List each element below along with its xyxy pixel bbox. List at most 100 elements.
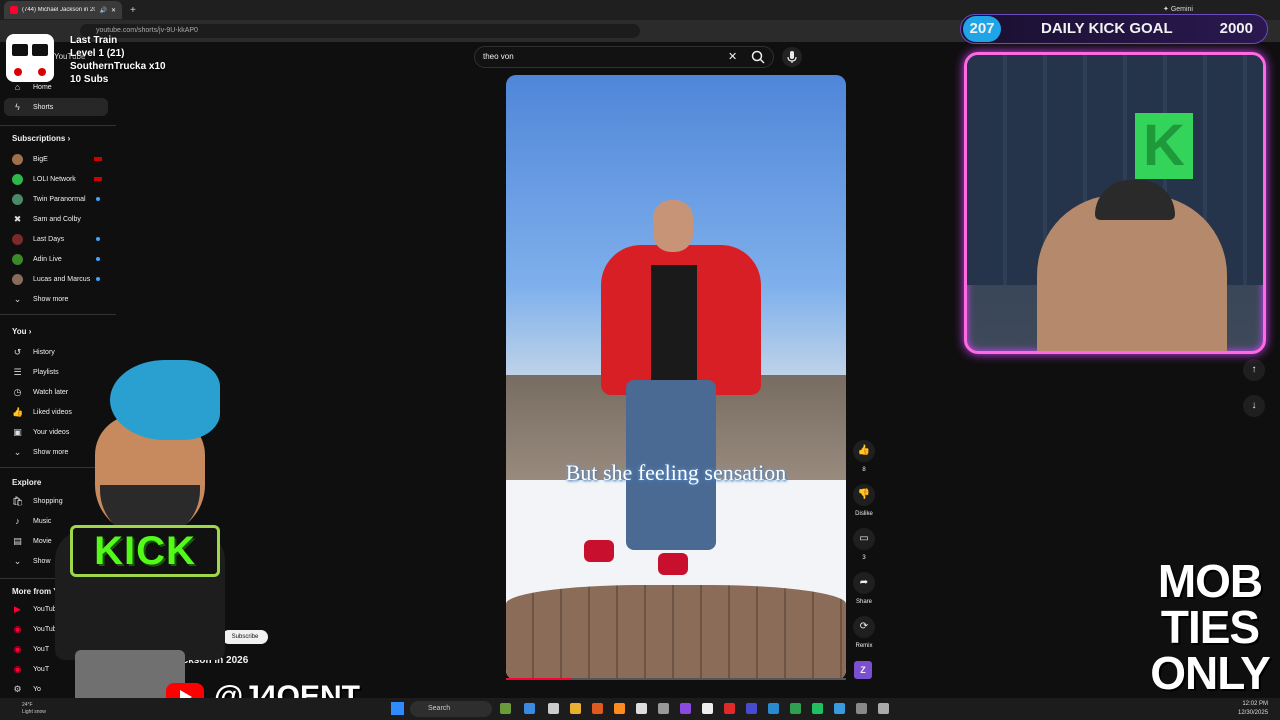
sidebar-item-label: Adin Live (33, 255, 62, 263)
explore-heading: Explore (12, 478, 42, 487)
like-button[interactable]: 👍 8 (852, 440, 876, 473)
app-icon[interactable] (746, 703, 757, 714)
train-alert-line: 10 Subs (70, 74, 109, 85)
firefox-icon[interactable] (592, 703, 603, 714)
sidebar-item-label: Last Days (33, 235, 65, 243)
close-tab-icon[interactable]: ✕ (111, 7, 116, 14)
subscriptions-label: Subscriptions (12, 134, 66, 143)
gemini-button[interactable]: ✦ Gemini (1163, 5, 1193, 13)
you-label: You (12, 327, 27, 336)
sidebar-item-label: History (33, 348, 55, 356)
sidebar-item-history[interactable]: ↺ History (0, 343, 110, 361)
train-window (12, 44, 28, 56)
chevron-right-icon: › (67, 134, 71, 143)
sidebar-item-sub[interactable]: Adin Live (0, 250, 110, 268)
remix-button[interactable]: ⟳ Remix (852, 616, 876, 649)
dislike-label: Dislike (855, 511, 873, 517)
dancer-shirt (651, 265, 697, 380)
train-lamp (14, 68, 22, 76)
app-icon[interactable] (614, 703, 625, 714)
windows-start-icon[interactable] (391, 702, 404, 715)
video-progress-bar[interactable] (506, 678, 846, 680)
mascot-hair (110, 360, 220, 440)
clear-search-icon[interactable]: ✕ (728, 50, 737, 63)
stone-platform (506, 585, 846, 680)
new-content-dot (96, 277, 100, 281)
mob-logo-line: MOB (1157, 555, 1263, 607)
arrow-down-icon: ↓ (1251, 400, 1257, 411)
system-clock[interactable]: 12:02 PM 12/30/2025 (1238, 700, 1268, 718)
previous-short-button[interactable]: ↑ (1243, 359, 1265, 381)
sidebar-item-sub[interactable]: ✖ Sam and Colby (0, 210, 110, 228)
weather-temp: 24°F (22, 702, 33, 708)
dancer-head (653, 200, 693, 252)
chrome-icon[interactable] (790, 703, 801, 714)
app-icon[interactable] (856, 703, 867, 714)
settings-icon[interactable] (878, 703, 889, 714)
youtube-studio-icon: ◉ (13, 623, 22, 634)
live-indicator (94, 157, 102, 161)
microphone-icon (787, 51, 797, 63)
show-more-subscriptions[interactable]: ⌄ Show more (0, 290, 110, 308)
audio-icon[interactable]: 🔊 (99, 7, 106, 14)
sidebar-item-label: Shorts (33, 103, 54, 111)
divider (0, 125, 116, 126)
app-icon[interactable] (812, 703, 823, 714)
sidebar-item-sub[interactable]: Last Days (0, 230, 110, 248)
chevron-down-icon: ⌄ (13, 293, 22, 304)
voice-search-button[interactable] (782, 47, 802, 67)
app-icon[interactable] (702, 703, 713, 714)
remix-label: Remix (855, 643, 873, 649)
next-short-button[interactable]: ↓ (1243, 395, 1265, 417)
new-content-dot (96, 237, 100, 241)
youtube-kids-icon: ◉ (13, 663, 22, 674)
sidebar-item-sub[interactable]: Lucas and Marcus (0, 270, 110, 288)
new-content-dot (96, 197, 100, 201)
copilot-icon[interactable] (524, 703, 535, 714)
video-caption: But she feeling sensation (565, 460, 787, 485)
train-lamp (38, 68, 46, 76)
file-explorer-icon[interactable] (570, 703, 581, 714)
history-icon: ↺ (13, 346, 22, 357)
avatar (12, 253, 23, 265)
channel-avatar-button[interactable]: Z (854, 661, 872, 679)
new-tab-button[interactable]: + (130, 5, 136, 16)
app-icon[interactable] (680, 703, 691, 714)
shorts-icon: ϟ (15, 101, 20, 112)
subscriptions-heading[interactable]: Subscriptions › (12, 134, 70, 143)
widgets-icon[interactable] (500, 703, 511, 714)
youtube-favicon-icon (10, 6, 18, 14)
dislike-button[interactable]: 👎 Dislike (852, 484, 876, 517)
app-icon[interactable] (724, 703, 735, 714)
dancer-shoe (658, 553, 688, 575)
taskbar-search[interactable]: Search (410, 701, 492, 717)
search-icon[interactable] (750, 49, 766, 65)
sidebar-item-label: Home (33, 83, 52, 91)
browser-tab[interactable]: (744) Michael Jackson in 20 🔊 ✕ (4, 1, 122, 19)
liked-videos-icon: 👍 (12, 406, 24, 417)
you-heading[interactable]: You › (12, 327, 31, 336)
sidebar-item-sub[interactable]: Twin Paranormal (0, 190, 110, 208)
sidebar-item-sub[interactable]: BigE (0, 150, 110, 168)
weather-widget[interactable]: 24°F Light snow (22, 702, 46, 716)
sidebar-item-shorts[interactable]: ϟ Shorts (4, 98, 108, 116)
share-label: Share (855, 599, 872, 605)
music-icon: ♪ (15, 515, 20, 526)
app-icon[interactable] (768, 703, 779, 714)
settings-icon: ⚙ (13, 683, 22, 694)
comments-button[interactable]: ▭ 3 (852, 528, 876, 561)
train-alert-line: SouthernTrucka x10 (70, 61, 166, 72)
mob-logo-line: ONLY (1150, 647, 1271, 699)
task-view-icon[interactable] (548, 703, 559, 714)
sidebar-item-label: LOLI Network (33, 175, 76, 183)
kick-goal-bar: 207 DAILY KICK GOAL 2000 (960, 14, 1268, 44)
sidebar-item-label: BigE (33, 155, 48, 163)
short-video-player[interactable]: But she feeling sensation (506, 75, 846, 680)
avatar (12, 233, 23, 245)
sidebar-item-sub[interactable]: LOLI Network (0, 170, 110, 188)
share-button[interactable]: ➦ Share (852, 572, 876, 605)
mob-logo-line: TIES (1160, 601, 1260, 653)
app-icon[interactable] (636, 703, 647, 714)
app-icon[interactable] (834, 703, 845, 714)
app-icon[interactable] (658, 703, 669, 714)
